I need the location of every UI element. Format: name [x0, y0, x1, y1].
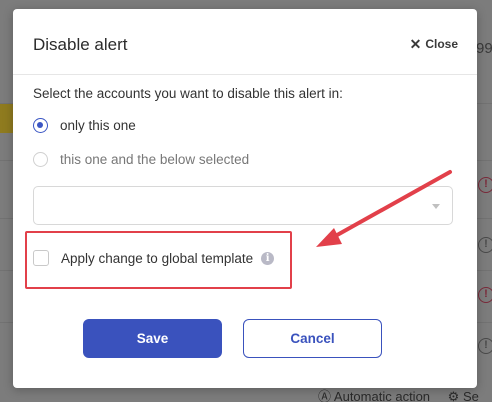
background-count: 99: [476, 40, 492, 57]
global-template-option[interactable]: Apply change to global template i: [33, 250, 275, 266]
chevron-down-icon: [432, 204, 440, 209]
close-button[interactable]: ✕ Close: [410, 37, 458, 51]
dialog-title: Disable alert: [33, 35, 128, 54]
close-icon: ✕: [409, 36, 422, 52]
radio-label: this one and the below selected: [60, 152, 250, 167]
automatic-action-icon: Ⓐ: [318, 389, 332, 402]
automatic-action-label[interactable]: Automatic action: [334, 389, 430, 402]
alert-status-icon[interactable]: !: [478, 287, 492, 303]
radio-button-selected[interactable]: [33, 118, 48, 133]
alert-status-icon[interactable]: !: [478, 237, 492, 253]
account-prompt: Select the accounts you want to disable …: [33, 86, 343, 101]
radio-label: only this one: [60, 118, 136, 133]
background-highlight-strip: [0, 103, 14, 133]
global-template-label: Apply change to global template: [61, 250, 254, 266]
close-label: Close: [425, 37, 458, 51]
disable-alert-dialog: Disable alert ✕ Close Select the account…: [13, 9, 477, 388]
settings-label[interactable]: Se: [463, 389, 479, 402]
alert-status-icon[interactable]: !: [478, 177, 492, 193]
global-template-checkbox[interactable]: [33, 250, 49, 266]
dialog-divider: [13, 74, 477, 75]
alert-status-icon[interactable]: !: [478, 338, 492, 354]
radio-only-this-one[interactable]: only this one: [33, 118, 136, 133]
account-select[interactable]: [33, 186, 453, 225]
info-icon[interactable]: i: [261, 251, 275, 265]
background-footer: Ⓐ Automatic action ⚙ Se: [318, 386, 479, 402]
save-button[interactable]: Save: [83, 319, 222, 358]
cancel-button[interactable]: Cancel: [243, 319, 382, 358]
gear-icon[interactable]: ⚙: [448, 389, 460, 402]
radio-button[interactable]: [33, 152, 48, 167]
radio-this-and-selected[interactable]: this one and the below selected: [33, 152, 249, 167]
